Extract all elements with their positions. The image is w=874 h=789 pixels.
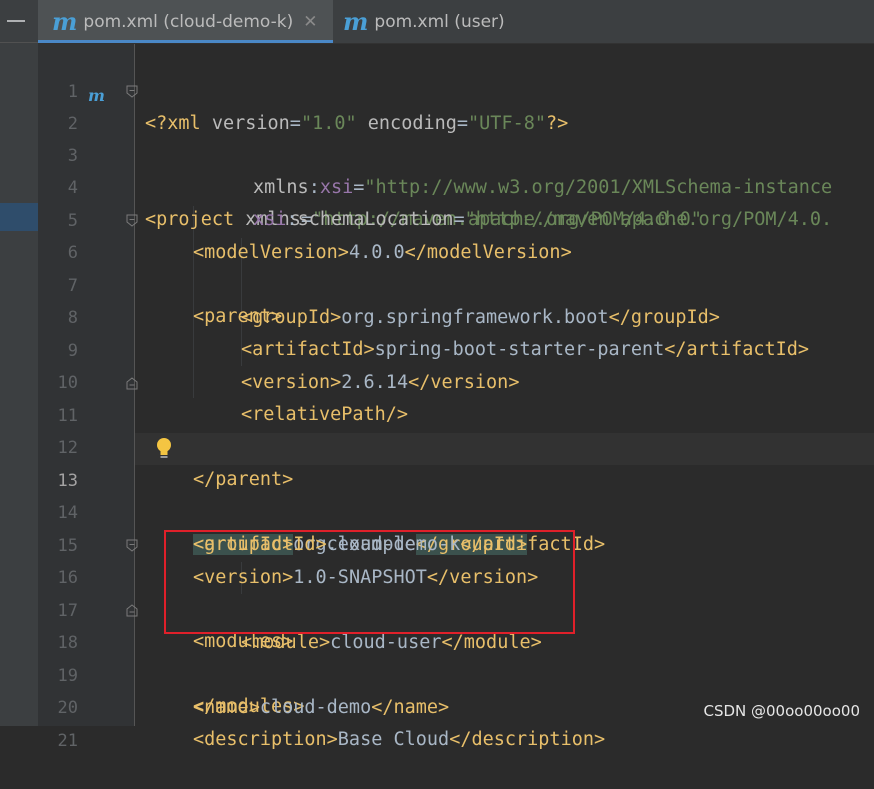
code-line: 20 <description>Base Cloud</description> — [38, 660, 874, 750]
code-line: 14 <artifactId>cloud-demo-k</artifactId> — [38, 465, 874, 555]
project-tree-selection[interactable] — [0, 203, 38, 231]
code-line: 4 xsi:schemaLocation="http://maven.apach… — [38, 140, 874, 230]
watermark: CSDN @00oo00oo00 — [703, 702, 860, 720]
code-line: 12 — [38, 400, 874, 458]
strip-header — [0, 0, 38, 42]
code-line: 15 <version>1.0-SNAPSHOT</version> — [38, 498, 874, 588]
fold-open-icon[interactable] — [126, 85, 138, 98]
code-line: 7 <groupId>org.springframework.boot</gro… — [38, 238, 874, 328]
tool-window-strip — [0, 0, 39, 726]
code-line: 1 <?xml version="1.0" encoding="UTF-8"?> — [38, 44, 874, 134]
maven-file-icon: m — [52, 6, 78, 36]
intention-bulb-icon[interactable] — [155, 436, 173, 462]
code-line: 8 <artifactId>spring-boot-starter-parent… — [38, 270, 874, 360]
code-line: 9 <version>2.6.14</version> — [38, 303, 874, 393]
fold-end-icon[interactable] — [126, 377, 138, 390]
code-line: 5 <modelVersion>4.0.0</modelVersion> — [38, 173, 874, 263]
fold-open-icon[interactable] — [126, 539, 138, 552]
tab-label: pom.xml (cloud-demo-k) — [83, 11, 294, 32]
code-line: 3 xmlns:xsi="http://www.w3.org/2001/XMLS… — [38, 108, 874, 198]
strip-divider — [0, 42, 38, 43]
editor-tab-bar: m pom.xml (cloud-demo-k) ✕ m pom.xml (us… — [38, 0, 874, 44]
code-line: 2 m <project xmlns="http://maven.apache.… — [38, 76, 874, 230]
tab-label: pom.xml (user) — [374, 11, 505, 32]
modules-highlight-box — [164, 530, 575, 634]
code-line: 13 <groupId>org.example</groupId> — [38, 433, 874, 555]
fold-end-icon[interactable] — [126, 604, 138, 617]
fold-open-icon[interactable] — [126, 214, 138, 227]
tab-pom-user[interactable]: m pom.xml (user) — [343, 0, 543, 43]
close-tab-icon[interactable]: ✕ — [303, 12, 317, 32]
minimize-icon[interactable] — [7, 20, 25, 22]
code-line: 11 </parent> — [38, 368, 874, 490]
code-line: 10 <relativePath/> — [38, 335, 874, 425]
line-number: 21 — [57, 731, 78, 751]
maven-file-icon: m — [343, 6, 369, 36]
tab-pom-cloud-demo-k[interactable]: m pom.xml (cloud-demo-k) ✕ — [38, 0, 333, 43]
code-line: 6 <parent> — [38, 205, 874, 327]
